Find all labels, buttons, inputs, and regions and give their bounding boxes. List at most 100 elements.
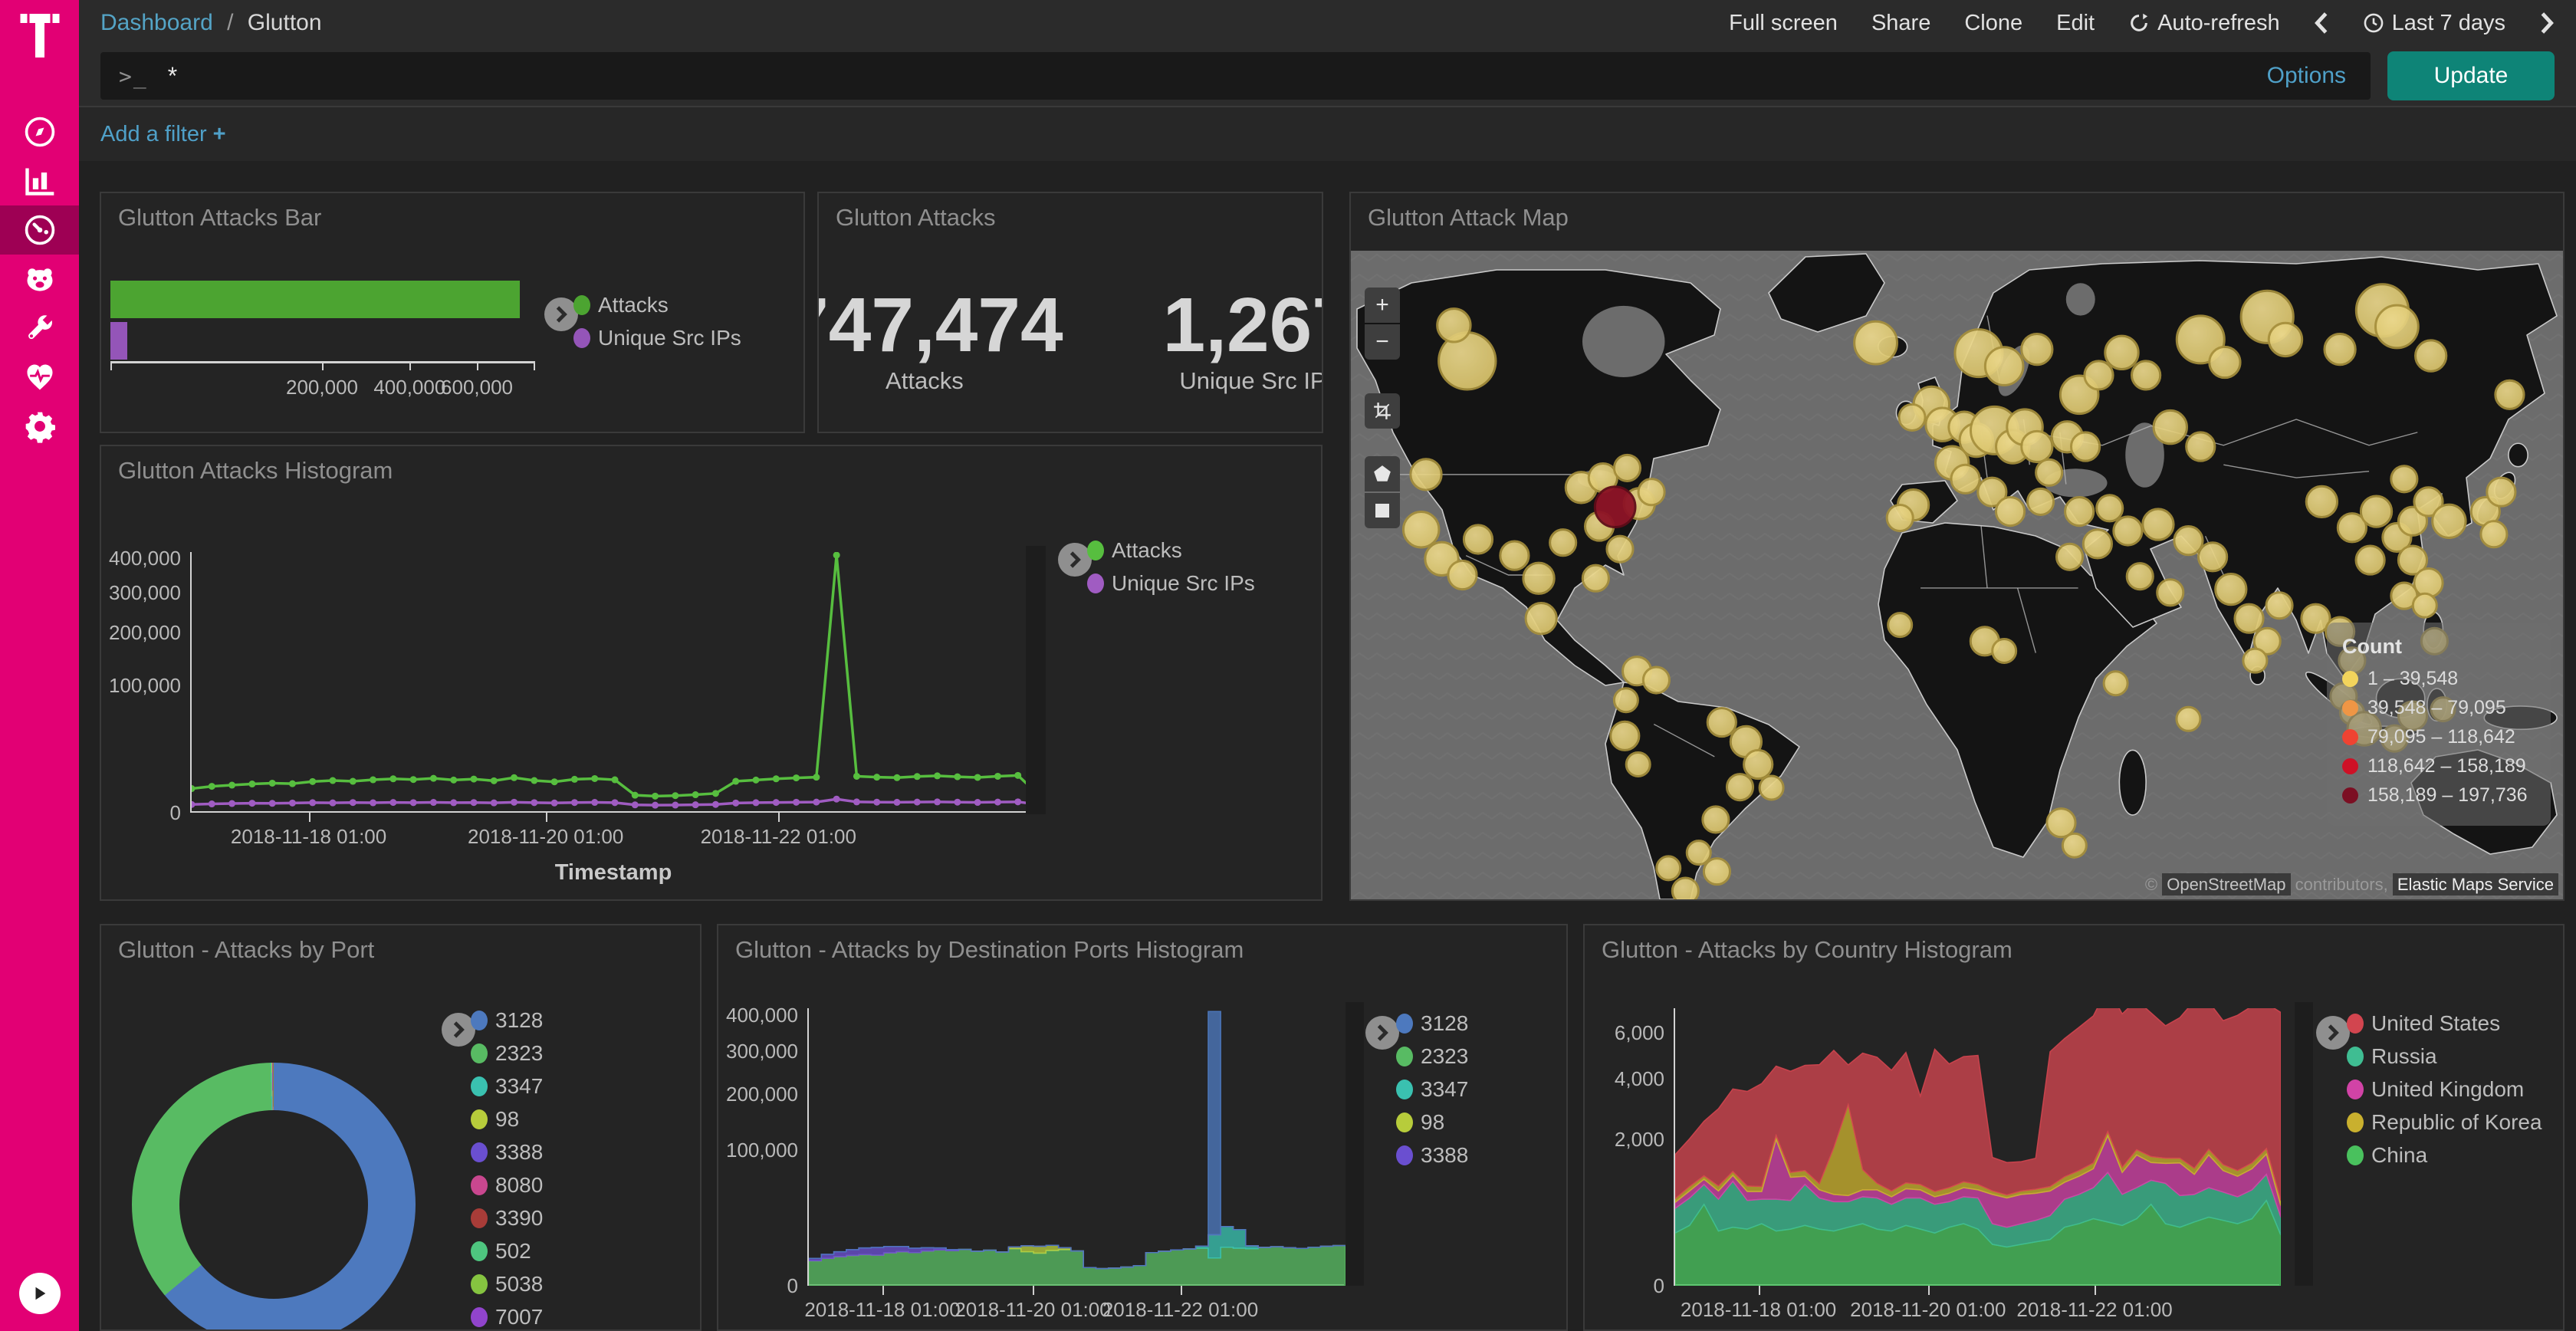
sidebar-item-discover[interactable]: [0, 107, 79, 156]
plot-area[interactable]: [807, 1008, 1344, 1286]
world-map[interactable]: + −: [1351, 251, 2563, 899]
bar-unique-src-ips[interactable]: [110, 322, 127, 360]
legend-item[interactable]: United States: [2347, 1011, 2542, 1036]
query-options-link[interactable]: Options: [2267, 63, 2352, 89]
legend-item[interactable]: 3388: [1396, 1143, 1468, 1168]
sidebar-item-monitoring[interactable]: [0, 353, 79, 402]
search-query-input[interactable]: >_ * Options: [100, 52, 2371, 100]
sidebar-item-timelion[interactable]: [0, 255, 79, 304]
sidebar-item-visualize[interactable]: [0, 156, 79, 205]
edit-button[interactable]: Edit: [2056, 11, 2095, 36]
chart-legend: Attacks Unique Src IPs: [573, 293, 741, 359]
legend-item[interactable]: Attacks: [573, 293, 741, 317]
legend-color-dot: [573, 328, 590, 348]
legend-item[interactable]: 3128: [1396, 1011, 1468, 1036]
legend-item[interactable]: 7007: [471, 1305, 543, 1329]
clock-icon: [2363, 12, 2384, 34]
legend-label: 3388: [1421, 1143, 1468, 1168]
map-attribution: © OpenStreetMap contributors, Elastic Ma…: [2145, 875, 2558, 895]
breadcrumb-dashboard-link[interactable]: Dashboard: [100, 10, 213, 35]
legend-color-dot: [2347, 1112, 2364, 1132]
x-tick-label: 2018-11-22 01:00: [1987, 1298, 2202, 1322]
legend-item[interactable]: 2323: [1396, 1044, 1468, 1069]
breadcrumb-current: Glutton: [248, 10, 322, 35]
legend-scroll-strip[interactable]: [1026, 546, 1046, 814]
full-screen-button[interactable]: Full screen: [1729, 11, 1838, 36]
legend-item[interactable]: 2323: [471, 1041, 543, 1066]
elastic-maps-service-link[interactable]: Elastic Maps Service: [2393, 873, 2558, 896]
sidebar-item-management[interactable]: [0, 402, 79, 451]
legend-item[interactable]: Russia: [2347, 1044, 2542, 1069]
metric-value: 1,267: [1163, 285, 1323, 366]
legend-item[interactable]: 8080: [471, 1173, 543, 1198]
legend-item[interactable]: 3390: [471, 1206, 543, 1231]
legend-label: 5038: [495, 1272, 543, 1296]
map-polygon-tool-button[interactable]: [1365, 456, 1400, 491]
legend-color-dot: [471, 1011, 488, 1030]
query-value[interactable]: *: [168, 62, 177, 90]
auto-refresh-button[interactable]: Auto-refresh: [2128, 11, 2280, 36]
panel-title: Glutton Attack Map: [1368, 204, 1569, 232]
legend-label: United Kingdom: [2371, 1077, 2524, 1102]
plot-area[interactable]: [190, 552, 1037, 813]
map-legend-entry: 1 – 39,548: [2342, 668, 2535, 690]
y-tick-label: 2,000: [1588, 1128, 1664, 1152]
time-picker-button[interactable]: Last 7 days: [2363, 11, 2505, 36]
legend-item[interactable]: United Kingdom: [2347, 1077, 2542, 1102]
legend-item[interactable]: China: [2347, 1143, 2542, 1168]
legend-scroll-strip[interactable]: [1346, 1002, 1364, 1286]
legend-color-dot: [471, 1043, 488, 1063]
map-rectangle-tool-button[interactable]: [1365, 493, 1400, 528]
x-tick-label: 2018-11-20 01:00: [439, 825, 653, 849]
map-legend-label: 158,189 – 197,736: [2367, 784, 2528, 807]
map-zoom-in-button[interactable]: +: [1365, 288, 1400, 323]
legend-item[interactable]: 3128: [471, 1008, 543, 1033]
legend-label: Attacks: [1112, 538, 1182, 563]
x-tick-mark: [2095, 1286, 2096, 1295]
bar-attacks[interactable]: [110, 281, 520, 318]
legend-item[interactable]: 98: [1396, 1110, 1468, 1135]
map-crop-tool-button[interactable]: [1365, 393, 1400, 429]
time-back-button[interactable]: [2314, 12, 2329, 35]
legend-item[interactable]: 502: [471, 1239, 543, 1264]
legend-scroll-strip[interactable]: [2295, 1002, 2313, 1286]
app-sidebar: [0, 0, 79, 1331]
legend-item[interactable]: 3347: [1396, 1077, 1468, 1102]
sidebar-item-dashboard[interactable]: [0, 205, 79, 255]
chevron-right-icon: [554, 305, 568, 324]
time-forward-button[interactable]: [2539, 12, 2555, 35]
clone-button[interactable]: Clone: [1964, 11, 2022, 36]
map-legend-label: 118,642 – 158,189: [2367, 755, 2526, 777]
share-button[interactable]: Share: [1871, 11, 1930, 36]
t-mobile-logo[interactable]: [18, 14, 61, 60]
donut-chart[interactable]: [132, 1063, 416, 1331]
legend-item[interactable]: 98: [471, 1107, 543, 1132]
panel-attacks-by-destination-ports: Glutton - Attacks by Destination Ports H…: [717, 924, 1568, 1331]
heartbeat-icon: [23, 360, 57, 394]
sidebar-item-dev-tools[interactable]: [0, 304, 79, 353]
legend-toggle-button[interactable]: [2316, 1016, 2350, 1050]
add-filter-button[interactable]: Add a filter+: [100, 122, 226, 147]
plus-icon: +: [213, 122, 226, 146]
legend-item[interactable]: 3388: [471, 1140, 543, 1165]
x-tick-mark: [309, 813, 310, 822]
legend-item[interactable]: 3347: [471, 1074, 543, 1099]
legend-item[interactable]: Attacks: [1087, 538, 1255, 563]
map-legend-entry: 158,189 – 197,736: [2342, 784, 2535, 807]
legend-item[interactable]: Unique Src IPs: [573, 326, 741, 350]
legend-item[interactable]: Republic of Korea: [2347, 1110, 2542, 1135]
metric-attacks: 747,474 Attacks: [817, 285, 1063, 395]
legend-color-dot: [1396, 1080, 1413, 1099]
map-zoom-out-button[interactable]: −: [1365, 324, 1400, 360]
legend-label: 8080: [495, 1173, 543, 1198]
plot-area[interactable]: [1674, 1008, 2279, 1286]
legend-item[interactable]: 5038: [471, 1272, 543, 1296]
legend-toggle-button[interactable]: [1365, 1016, 1399, 1050]
map-legend-dot: [2342, 758, 2358, 774]
sidebar-collapse-button[interactable]: [19, 1273, 61, 1314]
update-button[interactable]: Update: [2387, 51, 2555, 100]
legend-item[interactable]: Unique Src IPs: [1087, 571, 1255, 596]
metric-value: 747,474: [817, 285, 1063, 366]
legend-color-dot: [471, 1307, 488, 1327]
openstreetmap-link[interactable]: OpenStreetMap: [2162, 873, 2290, 896]
